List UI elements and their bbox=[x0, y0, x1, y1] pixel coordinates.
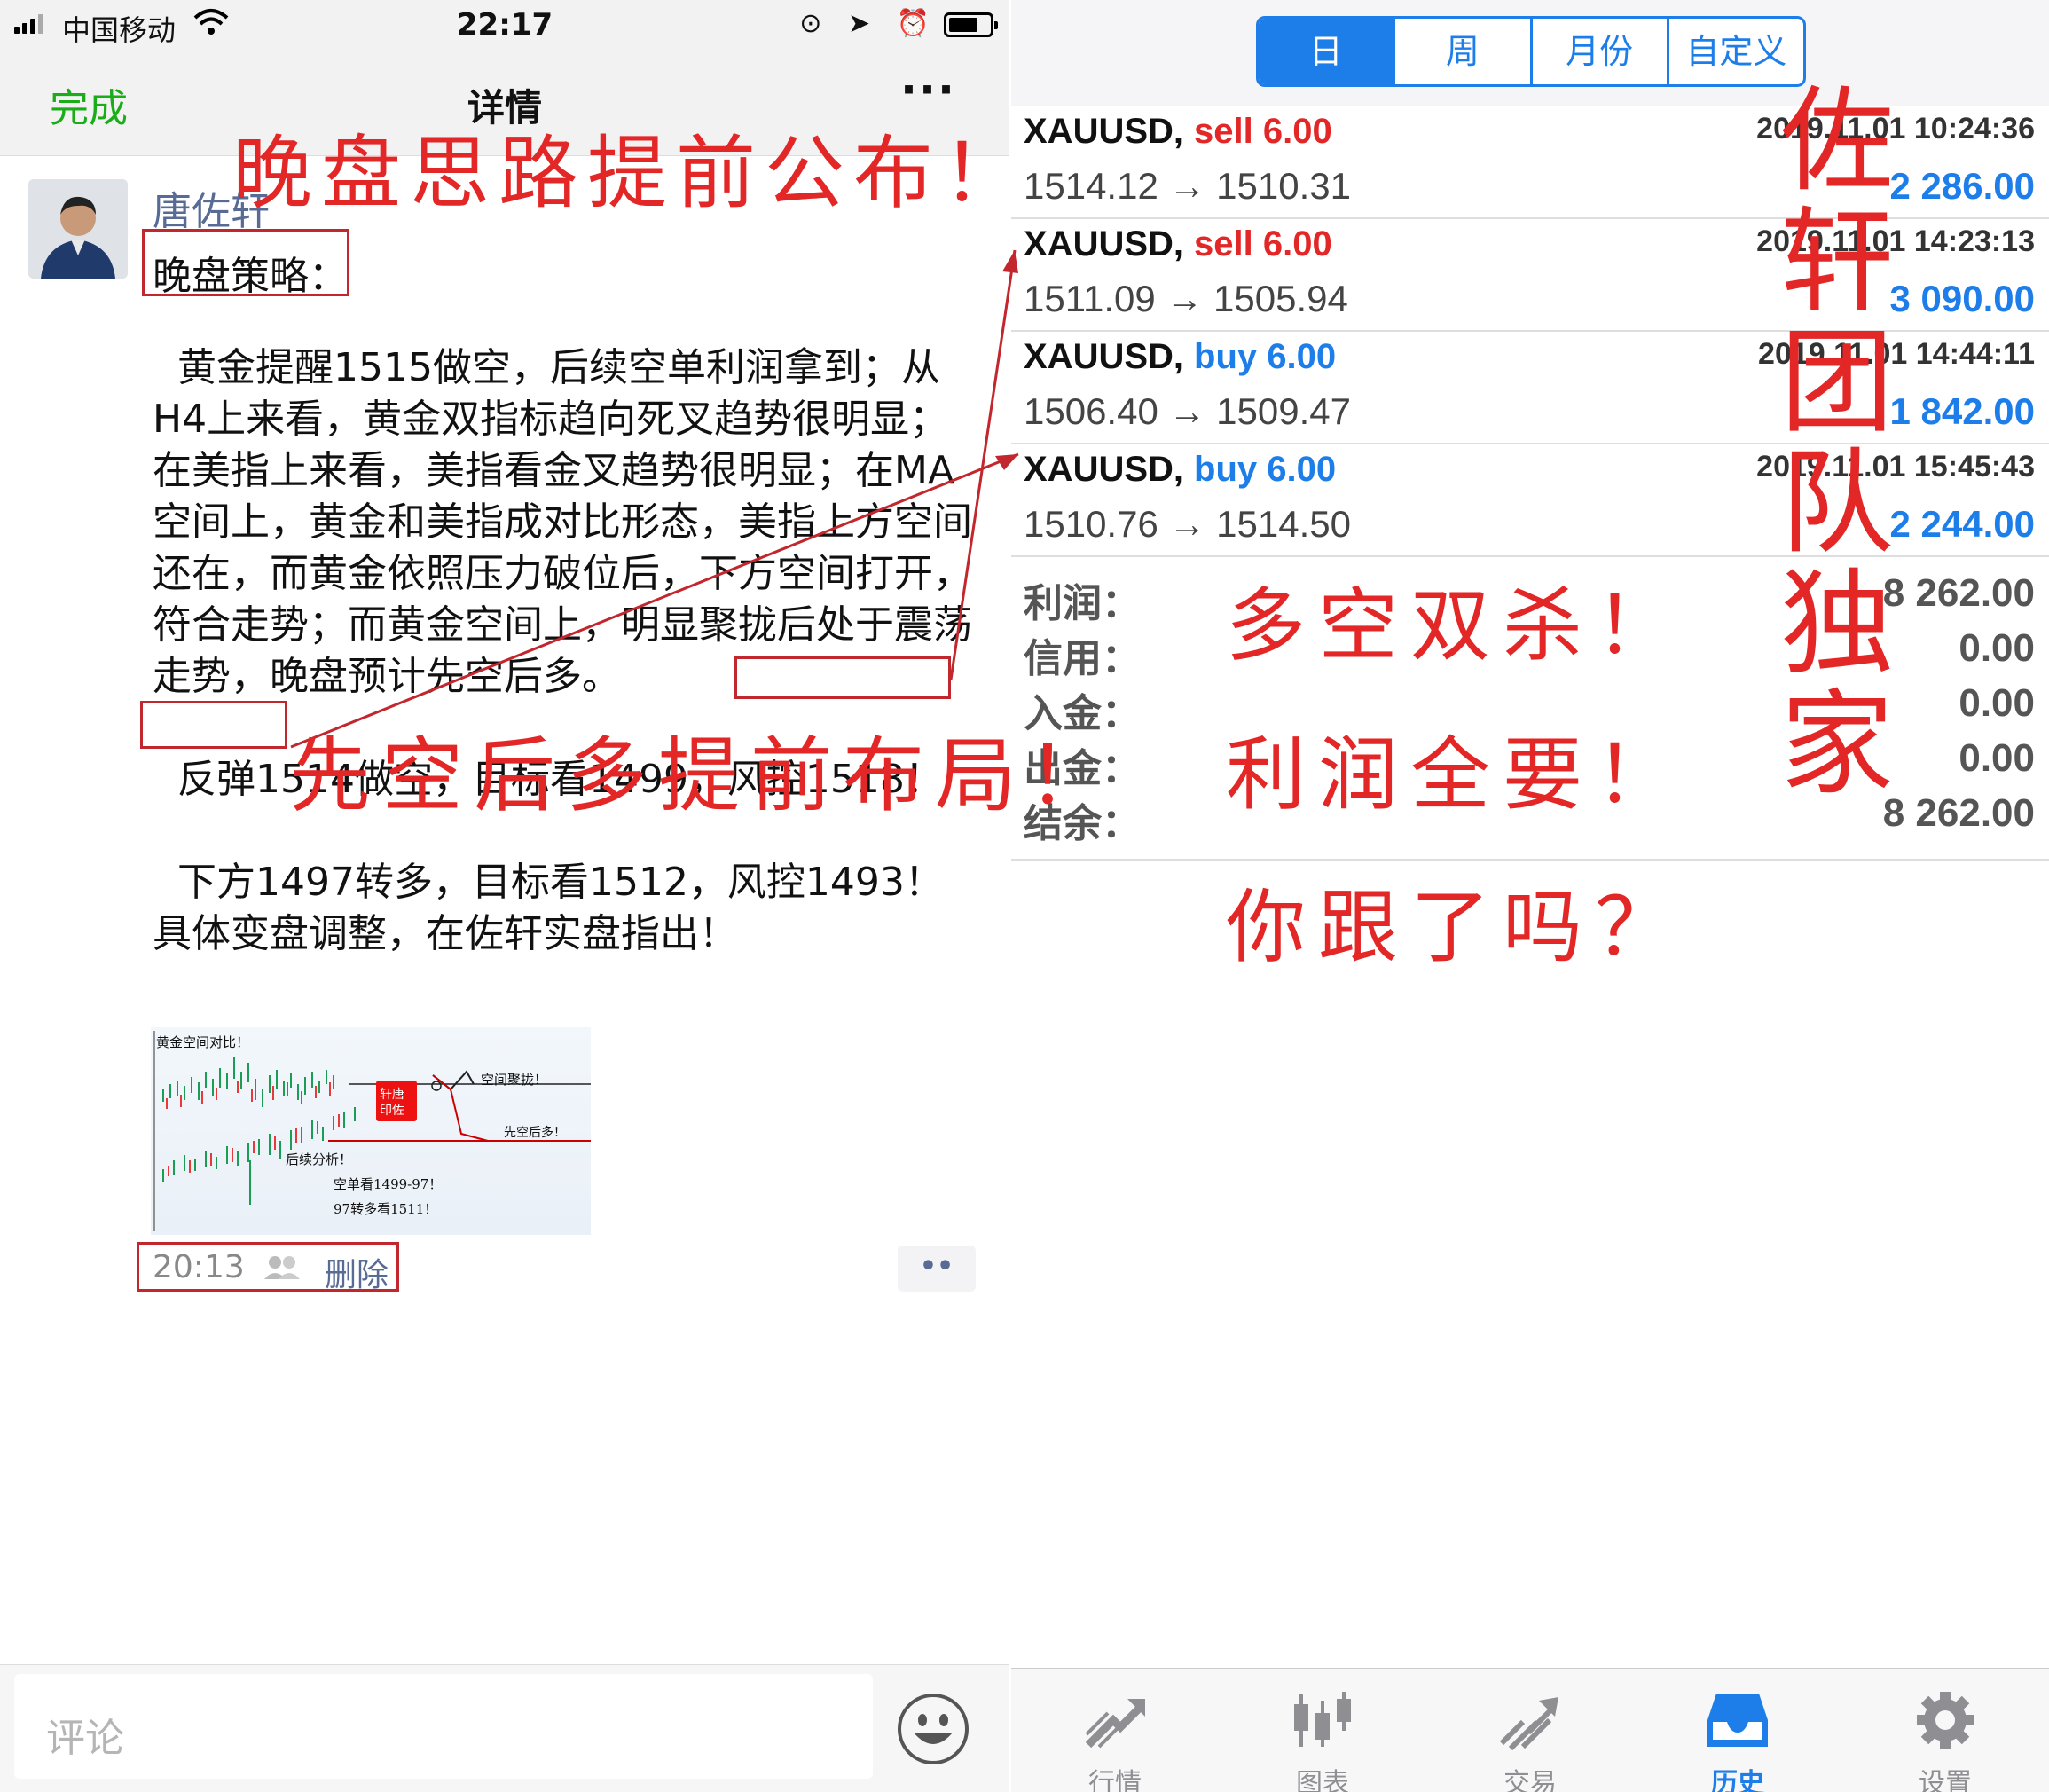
deal-profit: 3 090.00 bbox=[1889, 278, 2036, 319]
deal-side: sell 6.00 bbox=[1194, 112, 1332, 151]
period-month[interactable]: 月份 bbox=[1529, 19, 1667, 84]
seal-text-bottom: 印佐 bbox=[380, 1104, 404, 1118]
tab-chart[interactable]: 图表 bbox=[1219, 1669, 1426, 1792]
deal-side: sell 6.00 bbox=[1194, 224, 1332, 263]
tab-settings[interactable]: 设置 bbox=[1841, 1669, 2049, 1792]
tab-label: 交易 bbox=[1503, 1768, 1557, 1792]
tab-label: 历史 bbox=[1711, 1768, 1764, 1792]
deal-symbol: XAUUSD, buy 6.00 bbox=[1024, 450, 1337, 489]
tab-label: 设置 bbox=[1919, 1768, 1972, 1792]
quotes-icon bbox=[1085, 1699, 1145, 1749]
trade-icon bbox=[1499, 1697, 1558, 1751]
image-note-top: 黄金空间对比！ bbox=[156, 1034, 250, 1050]
battery-icon bbox=[944, 12, 998, 37]
avatar[interactable] bbox=[28, 179, 128, 279]
deal-prices: 1510.76 → 1514.50 bbox=[1024, 503, 1351, 545]
annotation-headline: 晚盘思路提前公布！ bbox=[232, 127, 1031, 220]
deal-symbol: XAUUSD, sell 6.00 bbox=[1024, 112, 1332, 151]
forecast-highlight-end bbox=[140, 701, 287, 749]
deal-symbol: XAUUSD, sell 6.00 bbox=[1024, 224, 1332, 263]
image-note-short-long: 先空后多！ bbox=[504, 1126, 566, 1140]
annotation-line2: 利润全要！ bbox=[1226, 728, 1687, 821]
period-selector: 日 周 月份 自定义 bbox=[1256, 16, 1806, 87]
summary-value: 0.00 bbox=[1959, 626, 2035, 670]
settings-icon bbox=[1917, 1692, 1974, 1749]
tab-history[interactable]: 历史 bbox=[1634, 1669, 1841, 1792]
post-body: 黄金提醒1515做空，后续空单利润拿到；从H4上来看，黄金双指标趋向死叉趋势很明… bbox=[153, 345, 972, 956]
deal-side: buy 6.00 bbox=[1194, 450, 1337, 489]
period-week[interactable]: 周 bbox=[1393, 19, 1529, 84]
history-icon bbox=[1708, 1694, 1768, 1747]
annotation-vertical: 佐 轩 团 队 独 家 bbox=[1779, 75, 1894, 811]
strategy-title-highlight bbox=[142, 229, 349, 296]
deal-prices: 1506.40 → 1509.47 bbox=[1024, 390, 1351, 432]
summary-value: 0.00 bbox=[1959, 736, 2035, 780]
tab-trade[interactable]: 交易 bbox=[1426, 1669, 1634, 1792]
emoji-icon[interactable] bbox=[896, 1692, 970, 1766]
post-meta-highlight bbox=[137, 1242, 399, 1292]
summary-value: 0.00 bbox=[1959, 681, 2035, 725]
tab-quotes[interactable]: 行情 bbox=[1011, 1669, 1219, 1792]
forecast-highlight bbox=[734, 656, 951, 699]
post-chart-image[interactable]: 轩唐 印佐 黄金空间对比！ 空间聚拢！ 先空后多！ 后续分析！ 空单看1499-… bbox=[151, 1027, 591, 1235]
deal-prices: 1511.09 → 1505.94 bbox=[1024, 278, 1348, 319]
summary-label: 信用： bbox=[1024, 636, 1141, 681]
tab-label: 图表 bbox=[1296, 1768, 1349, 1792]
summary-value: 8 262.00 bbox=[1882, 571, 2035, 615]
deal-profit: 1 842.00 bbox=[1889, 390, 2036, 432]
tab-label: 行情 bbox=[1088, 1768, 1142, 1792]
comment-input[interactable]: 评论 bbox=[14, 1674, 873, 1779]
annotation-plan: 先空后多提前布局！ bbox=[289, 728, 1120, 823]
comment-menu-button[interactable]: •• bbox=[898, 1246, 976, 1292]
comment-bar: 评论 bbox=[0, 1664, 1009, 1792]
summary-label: 利润： bbox=[1024, 581, 1141, 626]
deal-symbol: XAUUSD, buy 6.00 bbox=[1024, 337, 1337, 376]
image-note-gather: 空间聚拢！ bbox=[481, 1072, 548, 1088]
period-day[interactable]: 日 bbox=[1259, 19, 1393, 84]
image-note-short-target: 空单看1499-97！ bbox=[334, 1176, 443, 1192]
wechat-moment-panel: 中国移动 22:17 ⊙ ➤ ⏰ 完成 详情 ··· 唐佐轩 晚盘策略： 黄金提… bbox=[0, 0, 1009, 1792]
chart-icon bbox=[1294, 1692, 1351, 1747]
deal-profit: 2 286.00 bbox=[1889, 165, 2036, 207]
status-bar: 中国移动 22:17 ⊙ ➤ ⏰ bbox=[0, 0, 1009, 50]
deal-profit: 2 244.00 bbox=[1889, 503, 2036, 545]
annotation-line1: 多空双杀！ bbox=[1226, 579, 1687, 672]
image-note-follow: 后续分析！ bbox=[286, 1151, 353, 1167]
image-note-long-target: 97转多看1511！ bbox=[334, 1201, 438, 1217]
annotation-line3: 你跟了吗？ bbox=[1226, 881, 1687, 974]
deal-prices: 1514.12 → 1510.31 bbox=[1024, 165, 1351, 207]
seal-text-top: 轩唐 bbox=[380, 1087, 404, 1102]
tab-bar: 行情 图表 交易 历史 设置 bbox=[1011, 1668, 2049, 1792]
status-icons: ⊙ ➤ ⏰ bbox=[799, 8, 938, 39]
summary-value: 8 262.00 bbox=[1882, 791, 2035, 835]
deal-side: buy 6.00 bbox=[1194, 337, 1337, 376]
period-custom[interactable]: 自定义 bbox=[1666, 19, 1803, 84]
